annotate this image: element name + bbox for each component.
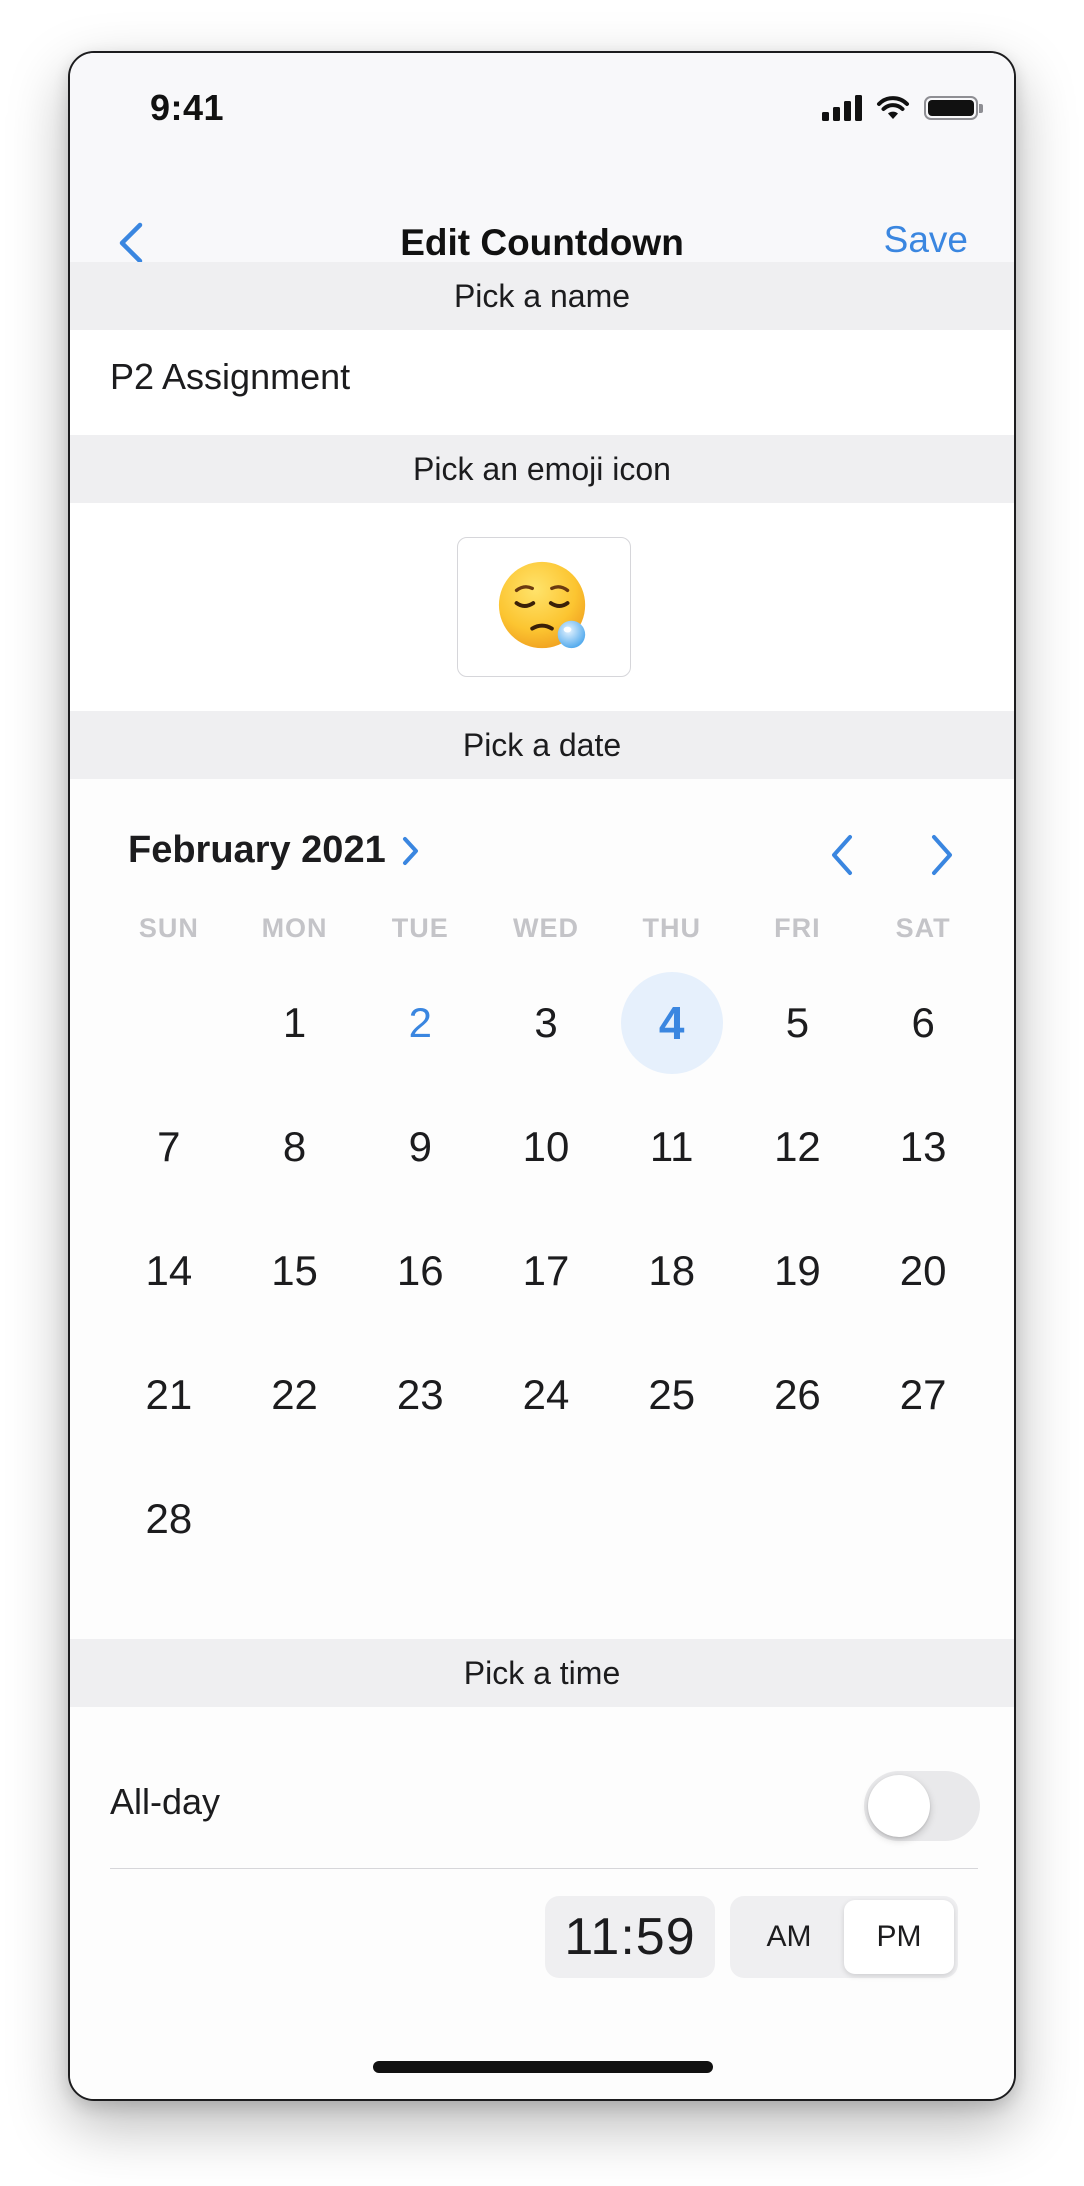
weekday-label: TUE (391, 913, 449, 943)
chevron-left-icon (832, 835, 852, 875)
weekday-header-row: SUN MON TUE WED THU FRI SAT (106, 913, 986, 944)
day-cell[interactable]: 21 (106, 1333, 232, 1457)
day-cell[interactable]: 22 (232, 1333, 358, 1457)
day-cell-selected[interactable]: 4 (609, 961, 735, 1085)
emoji-area (70, 503, 1014, 711)
section-header-date: Pick a date (70, 711, 1014, 779)
name-field[interactable]: P2 Assignment (110, 356, 350, 398)
day-cell[interactable]: 6 (860, 961, 986, 1085)
day-cell[interactable]: 9 (357, 1085, 483, 1209)
day-cell[interactable]: 26 (735, 1333, 861, 1457)
name-field-row[interactable]: P2 Assignment (70, 330, 1014, 435)
toggle-knob (868, 1775, 930, 1837)
divider (110, 1868, 978, 1869)
day-cell[interactable]: 15 (232, 1209, 358, 1333)
signal-icon (822, 95, 862, 121)
weekday-label: FRI (774, 913, 821, 943)
day-cell[interactable]: 7 (106, 1085, 232, 1209)
weekday-label: THU (642, 913, 701, 943)
day-cell[interactable]: 5 (735, 961, 861, 1085)
day-cell[interactable]: 23 (357, 1333, 483, 1457)
sleepy-face-emoji-icon (498, 561, 586, 649)
day-cell[interactable]: 1 (232, 961, 358, 1085)
day-cell[interactable]: 12 (735, 1085, 861, 1209)
day-cell[interactable]: 19 (735, 1209, 861, 1333)
wifi-icon (877, 96, 909, 119)
day-cell[interactable]: 8 (232, 1085, 358, 1209)
home-indicator (373, 2061, 713, 2073)
weekday-label: SUN (138, 913, 199, 943)
back-button[interactable] (110, 219, 158, 267)
status-time: 9:41 (150, 87, 225, 128)
days-grid: 1 2 3 4 5 6 7 8 9 10 11 12 13 14 15 16 17 18 19 20 21 22 23 24 2… (106, 961, 986, 1581)
month-year-label: February 2021 (128, 829, 386, 871)
day-cell[interactable]: 24 (483, 1333, 609, 1457)
weekday-label: WED (512, 913, 579, 943)
day-cell[interactable]: 20 (860, 1209, 986, 1333)
day-cell[interactable]: 28 (106, 1457, 232, 1581)
status-icons (822, 95, 983, 121)
weekday-label: MON (261, 913, 328, 943)
am-segment[interactable]: AM (734, 1900, 844, 1974)
chevron-left-icon (119, 222, 143, 264)
day-cell[interactable]: 17 (483, 1209, 609, 1333)
allday-toggle[interactable] (864, 1771, 980, 1841)
pm-segment[interactable]: PM (844, 1900, 954, 1974)
am-pm-segmented-control[interactable]: AM PM (730, 1896, 958, 1978)
day-cell[interactable]: 27 (860, 1333, 986, 1457)
month-year-picker-button[interactable]: February 2021 (128, 829, 422, 872)
calendar: February 2021 SUN MON TUE WED THU FRI SAT 1234… (70, 779, 1014, 1639)
section-header-emoji: Pick an emoji icon (70, 435, 1014, 503)
chevron-right-icon (932, 835, 952, 875)
day-cell[interactable]: 25 (609, 1333, 735, 1457)
section-header-time: Pick a time (70, 1639, 1014, 1707)
day-cell[interactable]: 11 (609, 1085, 735, 1209)
status-bar: 9:41 (70, 53, 1014, 173)
day-cell[interactable]: 18 (609, 1209, 735, 1333)
battery-icon (924, 96, 983, 120)
day-cell[interactable]: 16 (357, 1209, 483, 1333)
allday-label: All-day (110, 1781, 221, 1822)
previous-month-button[interactable] (822, 831, 862, 879)
weekday-label: SAT (895, 913, 951, 943)
chevron-right-icon (402, 836, 418, 865)
day-cell[interactable]: 13 (860, 1085, 986, 1209)
day-cell[interactable]: 3 (483, 961, 609, 1085)
phone-frame: 9:41 Edit Countdown Save Pick a name P2 … (68, 51, 1016, 2101)
next-month-button[interactable] (922, 831, 962, 879)
empty-day-cell (106, 961, 232, 1085)
day-cell[interactable]: 14 (106, 1209, 232, 1333)
day-cell[interactable]: 10 (483, 1085, 609, 1209)
day-number: 4 (658, 997, 685, 1049)
time-section: All-day 11:59 AM PM (70, 1743, 1014, 2099)
save-button[interactable]: Save (884, 219, 968, 261)
day-cell-today[interactable]: 2 (357, 961, 483, 1085)
emoji-picker-button[interactable] (457, 537, 631, 677)
time-picker-button[interactable]: 11:59 (545, 1896, 715, 1978)
section-header-name: Pick a name (70, 262, 1014, 330)
